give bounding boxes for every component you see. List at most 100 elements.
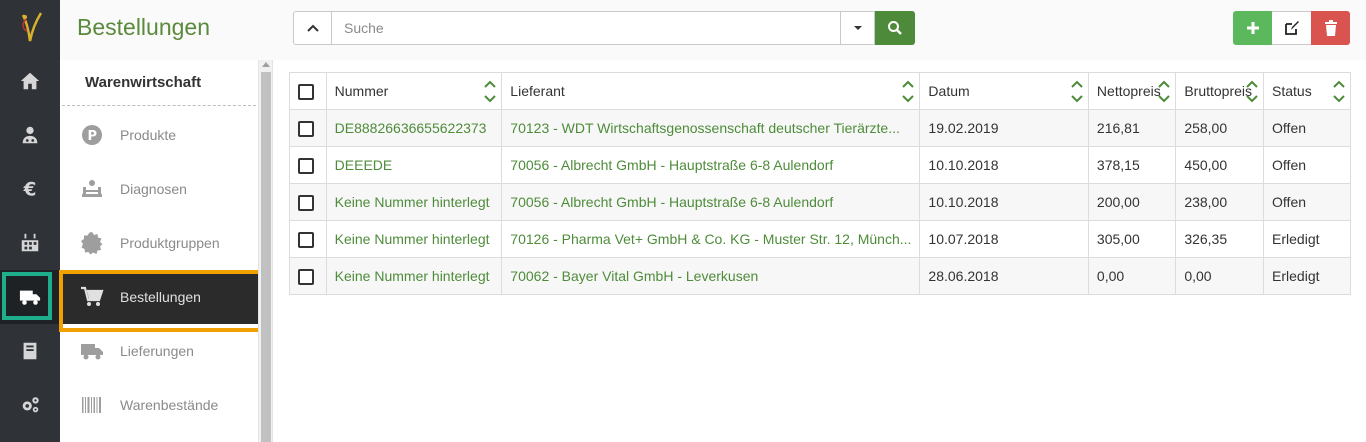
sidebar-item-label: Diagnosen xyxy=(120,181,187,197)
sidebar-item-label: Warenbestände xyxy=(120,397,219,413)
search-button[interactable] xyxy=(875,11,915,45)
cell-datum: 10.10.2018 xyxy=(919,146,1089,184)
sort-icon[interactable] xyxy=(1332,76,1346,106)
logo-icon[interactable] xyxy=(0,0,60,54)
sort-icon[interactable] xyxy=(1070,76,1084,106)
cell-lieferant[interactable]: 70056 - Albrecht GmbH - Hauptstraße 6-8 … xyxy=(501,183,921,221)
cell-status: Offen xyxy=(1263,109,1351,147)
sidebar-item-label: Produktgruppen xyxy=(120,235,220,251)
cell-netto: 305,00 xyxy=(1087,220,1177,258)
column-header-nettopreis[interactable]: Nettopreis xyxy=(1087,72,1177,110)
cell-brutto: 326,35 xyxy=(1175,220,1265,258)
sidebar-item-produktgruppen[interactable]: Produktgruppen xyxy=(60,216,258,270)
cell-status: Erledigt xyxy=(1263,257,1351,295)
column-header-bruttopreis[interactable]: Bruttopreis xyxy=(1175,72,1265,110)
main-rail: € xyxy=(0,0,60,442)
barcode-icon xyxy=(77,392,107,418)
cell-datum: 19.02.2019 xyxy=(919,109,1089,147)
cell-nummer[interactable]: DEEEDE xyxy=(325,146,503,184)
sort-icon[interactable] xyxy=(901,76,915,106)
cell-lieferant[interactable]: 70062 - Bayer Vital GmbH - Leverkusen xyxy=(501,257,921,295)
column-header-status[interactable]: Status xyxy=(1263,72,1351,110)
table-row[interactable]: DEEEDE 70056 - Albrecht GmbH - Hauptstra… xyxy=(289,146,1351,184)
truck-icon[interactable] xyxy=(0,270,60,324)
sidebar-item-bestellungen[interactable]: Bestellungen xyxy=(59,270,269,332)
row-select-cell xyxy=(289,109,327,147)
app-window: € Bestellungen Suche Warenwirtschaft P P… xyxy=(0,0,1366,442)
table-row[interactable]: Keine Nummer hinterlegt 70126 - Pharma V… xyxy=(289,220,1351,258)
diagnosis-icon xyxy=(77,176,107,202)
cell-nummer[interactable]: Keine Nummer hinterlegt xyxy=(325,183,503,221)
table-row[interactable]: Keine Nummer hinterlegt 70056 - Albrecht… xyxy=(289,183,1351,221)
sort-icon[interactable] xyxy=(1157,76,1171,106)
cell-datum: 10.10.2018 xyxy=(919,183,1089,221)
select-all-cell xyxy=(289,72,327,110)
plus-icon xyxy=(1246,22,1259,34)
patients-icon[interactable] xyxy=(0,108,60,162)
cell-netto: 0,00 xyxy=(1087,257,1177,295)
page-title: Bestellungen xyxy=(77,14,210,40)
column-label: Datum xyxy=(928,83,970,99)
edit-button[interactable] xyxy=(1272,11,1311,45)
delete-button[interactable] xyxy=(1311,11,1350,45)
sidebar-item-label: Bestellungen xyxy=(120,289,201,305)
sidebar-scrollbar[interactable] xyxy=(258,60,273,442)
sidebar-item-lieferungen[interactable]: Lieferungen xyxy=(60,324,258,378)
search-bar xyxy=(293,11,915,45)
collapse-toggle-button[interactable] xyxy=(293,11,331,45)
search-dropdown-button[interactable] xyxy=(841,11,875,45)
sidebar-heading: Warenwirtschaft xyxy=(62,60,256,106)
column-label: Bruttopreis xyxy=(1184,83,1253,99)
cell-brutto: 238,00 xyxy=(1175,183,1265,221)
cell-netto: 216,81 xyxy=(1087,109,1177,147)
scrollbar-thumb[interactable] xyxy=(261,72,271,442)
row-checkbox[interactable] xyxy=(298,268,314,285)
row-checkbox[interactable] xyxy=(298,157,314,174)
book-icon[interactable] xyxy=(0,324,60,378)
cell-status: Offen xyxy=(1263,146,1351,184)
home-icon[interactable] xyxy=(0,54,60,108)
column-label: Nettopreis xyxy=(1096,83,1161,99)
add-button[interactable] xyxy=(1233,11,1272,45)
edit-icon xyxy=(1284,21,1299,35)
row-checkbox[interactable] xyxy=(298,231,314,248)
search-input[interactable] xyxy=(331,11,841,45)
row-checkbox[interactable] xyxy=(298,120,314,137)
scroll-up-arrow-icon[interactable] xyxy=(262,62,270,67)
row-checkbox[interactable] xyxy=(298,194,314,211)
cell-nummer[interactable]: DE88826636655622373 xyxy=(325,109,503,147)
cell-nummer[interactable]: Keine Nummer hinterlegt xyxy=(325,220,503,258)
toolbar-actions xyxy=(1233,11,1350,45)
product-p-icon: P xyxy=(77,122,107,148)
cell-nummer[interactable]: Keine Nummer hinterlegt xyxy=(325,257,503,295)
euro-icon[interactable]: € xyxy=(0,162,60,216)
row-select-cell xyxy=(289,257,327,295)
cell-lieferant[interactable]: 70126 - Pharma Vet+ GmbH & Co. KG - Must… xyxy=(501,220,921,258)
truck-icon xyxy=(77,338,107,364)
row-select-cell xyxy=(289,220,327,258)
column-label: Lieferant xyxy=(510,83,565,99)
cell-brutto: 258,00 xyxy=(1175,109,1265,147)
select-all-checkbox[interactable] xyxy=(298,83,314,100)
cell-datum: 10.07.2018 xyxy=(919,220,1089,258)
trash-icon xyxy=(1324,20,1337,36)
table-row[interactable]: DE88826636655622373 70123 - WDT Wirtscha… xyxy=(289,109,1351,147)
sidebar-item-label: Lieferungen xyxy=(120,343,194,359)
sort-icon[interactable] xyxy=(1245,76,1259,106)
sidebar: Warenwirtschaft P Produkte Diagnosen Pro… xyxy=(59,60,269,442)
sort-icon[interactable] xyxy=(483,76,497,106)
column-header-datum[interactable]: Datum xyxy=(919,72,1089,110)
sidebar-item-produkte[interactable]: P Produkte xyxy=(60,108,258,162)
cell-lieferant[interactable]: 70056 - Albrecht GmbH - Hauptstraße 6-8 … xyxy=(501,146,921,184)
column-header-nummer[interactable]: Nummer xyxy=(325,72,503,110)
row-select-cell xyxy=(289,146,327,184)
cell-lieferant[interactable]: 70123 - WDT Wirtschaftsgenossenschaft de… xyxy=(501,109,921,147)
calendar-icon[interactable] xyxy=(0,216,60,270)
table-row[interactable]: Keine Nummer hinterlegt 70062 - Bayer Vi… xyxy=(289,257,1351,295)
settings-icon[interactable] xyxy=(0,378,60,432)
sidebar-item-diagnosen[interactable]: Diagnosen xyxy=(60,162,258,216)
cell-netto: 200,00 xyxy=(1087,183,1177,221)
sidebar-item-warenbestaende[interactable]: Warenbestände xyxy=(60,378,258,432)
column-header-lieferant[interactable]: Lieferant xyxy=(501,72,921,110)
column-label: Status xyxy=(1272,83,1312,99)
